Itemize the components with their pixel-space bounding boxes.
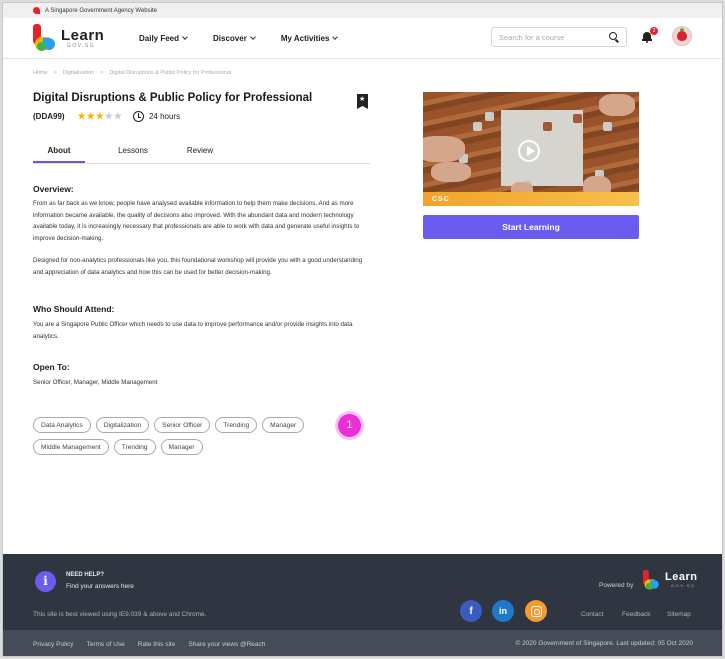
footer-learn-logo: Learn GOV.SG: [643, 570, 697, 590]
footer: i NEED HELP? Find your answers here Powe…: [3, 554, 722, 656]
lion-icon: [33, 7, 40, 14]
footer-link-terms[interactable]: Terms of Use: [86, 641, 124, 648]
tag-trending[interactable]: Trending: [215, 417, 258, 433]
search-input[interactable]: [499, 32, 599, 42]
nav-daily-feed[interactable]: Daily Feed: [139, 34, 188, 43]
search-icon[interactable]: [609, 32, 617, 40]
avatar[interactable]: [672, 26, 692, 46]
linkedin-icon[interactable]: in: [492, 600, 514, 622]
breadcrumb-digitalisation[interactable]: Digitalisation: [63, 70, 94, 76]
facebook-icon[interactable]: f: [460, 600, 482, 622]
learn-logo-icon: [643, 570, 659, 590]
footer-bottom-bar: Privacy Policy Terms of Use Rate this si…: [3, 630, 722, 656]
nav-my-activities[interactable]: My Activities: [281, 34, 339, 43]
footer-link-feedback[interactable]: Feedback: [622, 611, 651, 618]
course-meta: (DDA99) ★★★★★ 24 hours: [33, 111, 180, 122]
tag-data-analytics[interactable]: Data Analytics: [33, 417, 91, 433]
learn-logo-icon: [33, 24, 57, 52]
info-icon[interactable]: i: [35, 571, 56, 592]
hint-badge[interactable]: 1: [338, 414, 361, 437]
tab-about[interactable]: About: [33, 140, 85, 163]
clock-icon: [132, 111, 144, 122]
footer-link-sitemap[interactable]: Sitemap: [667, 611, 691, 618]
overview-text-2: Designed for non-analytics professionals…: [33, 257, 363, 276]
breadcrumb-separator: >: [100, 70, 104, 76]
help-title: NEED HELP?: [66, 572, 105, 578]
video-banner: CSC: [423, 192, 639, 206]
tag-manager[interactable]: Manager: [262, 417, 305, 433]
footer-link-privacy[interactable]: Privacy Policy: [33, 641, 73, 648]
breadcrumb-current: Digital Disruptions & Public Policy for …: [109, 70, 232, 76]
notification-badge: 2: [650, 27, 658, 35]
breadcrumb-home[interactable]: Home: [33, 70, 48, 76]
who-heading: Who Should Attend:: [33, 304, 115, 314]
footer-logo-sub: GOV.SG: [671, 583, 696, 588]
tab-lessons[interactable]: Lessons: [103, 140, 163, 163]
learn-logo[interactable]: Learn GOV.SG: [33, 24, 104, 52]
footer-link-contact[interactable]: Contact: [581, 611, 603, 618]
tab-review[interactable]: Review: [175, 140, 225, 163]
course-code: (DDA99): [33, 112, 65, 121]
tag-middle-management[interactable]: Middle Management: [33, 439, 109, 455]
browser-note: This site is best viewed using IE9.039 &…: [33, 611, 207, 618]
rating-stars: ★★★★★: [78, 111, 123, 122]
chevron-down-icon: [249, 34, 256, 40]
footer-logo-name: Learn: [665, 571, 698, 583]
logo-sub: GOV.SG: [67, 42, 96, 49]
course-video-thumbnail[interactable]: CSC: [423, 92, 639, 206]
copyright-text: © 2020 Government of Singapore. Last upd…: [515, 640, 693, 647]
breadcrumb-separator: >: [53, 70, 57, 76]
tag-trending[interactable]: Trending: [113, 439, 156, 455]
star-filled-icon: ★: [95, 111, 105, 121]
powered-by-label: Powered by: [599, 582, 634, 589]
chevron-down-icon: [332, 34, 339, 40]
gov-banner-text: A Singapore Government Agency Website: [45, 7, 157, 14]
bookmark-icon[interactable]: ★: [357, 94, 368, 109]
open-to-heading: Open To:: [33, 362, 70, 372]
search-box: [491, 27, 627, 47]
help-link[interactable]: Find your answers here: [66, 583, 134, 590]
breadcrumb: Home > Digitalisation > Digital Disrupti…: [33, 70, 237, 76]
tag-list: Data Analytics Digitalization Senior Off…: [33, 417, 373, 461]
chevron-down-icon: [182, 34, 188, 40]
star-filled-icon: ★: [86, 111, 96, 121]
instagram-icon[interactable]: [525, 600, 547, 622]
star-empty-icon: ★: [113, 111, 123, 121]
star-filled-icon: ★: [77, 111, 87, 121]
course-duration: 24 hours: [148, 112, 181, 121]
open-to-text: Senior Officer, Manager, Middle Manageme…: [33, 379, 158, 386]
strawberry-icon: [677, 28, 687, 41]
tag-manager[interactable]: Manager: [160, 439, 203, 455]
overview-heading: Overview:: [33, 184, 74, 194]
main-nav: Daily Feed Discover My Activities: [139, 18, 363, 59]
footer-link-rate[interactable]: Rate this site: [138, 641, 176, 648]
page-title: Digital Disruptions & Public Policy for …: [33, 92, 313, 104]
gov-banner: A Singapore Government Agency Website: [3, 3, 722, 18]
course-tabs: About Lessons Review: [33, 140, 370, 164]
start-learning-button[interactable]: Start Learning: [423, 215, 639, 239]
who-text: You are a Singapore Public Officer which…: [33, 321, 353, 340]
header: Learn GOV.SG Daily Feed Discover My Acti…: [3, 18, 722, 59]
overview-text-1: From as far back as we know, people have…: [33, 200, 360, 242]
play-icon[interactable]: [518, 140, 540, 162]
footer-link-reach[interactable]: Share your views @Reach: [188, 641, 265, 648]
logo-name: Learn: [61, 26, 105, 44]
star-empty-icon: ★: [104, 111, 114, 121]
nav-discover[interactable]: Discover: [213, 34, 256, 43]
tag-senior-officer[interactable]: Senior Officer: [154, 417, 211, 433]
tag-digitalization[interactable]: Digitalization: [95, 417, 150, 433]
page-frame: A Singapore Government Agency Website Le…: [2, 2, 723, 657]
